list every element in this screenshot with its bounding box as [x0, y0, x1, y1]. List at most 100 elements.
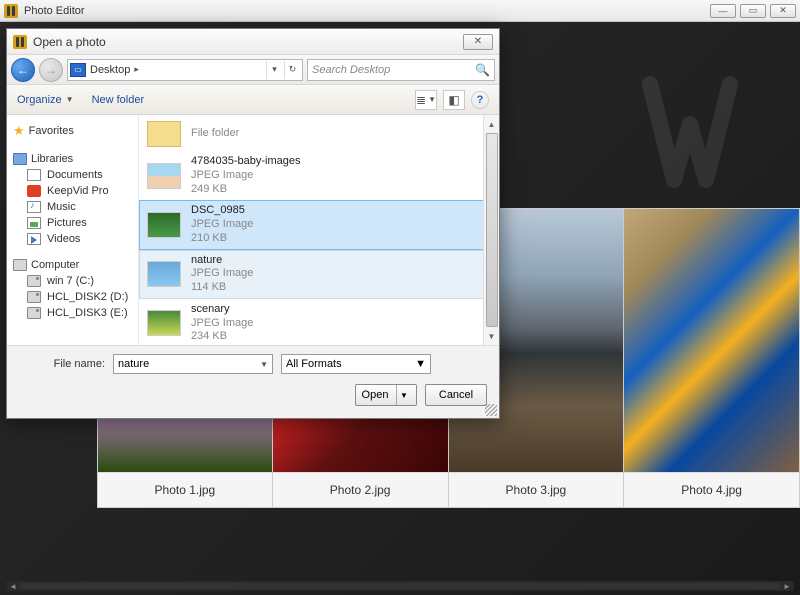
- thumbnail-label: Photo 2.jpg: [273, 472, 448, 507]
- thumbnail-label: Photo 1.jpg: [98, 472, 272, 507]
- nav-keepvid[interactable]: KeepVid Pro: [11, 183, 134, 199]
- vertical-scrollbar[interactable]: ▲ ▼: [483, 115, 499, 345]
- background-logo: [600, 52, 780, 212]
- horizontal-scrollbar[interactable]: ◄ ►: [6, 581, 794, 591]
- dialog-close-button[interactable]: ✕: [463, 34, 493, 50]
- dialog-title: Open a photo: [33, 35, 106, 49]
- nav-drive-d[interactable]: HCL_DISK2 (D:): [11, 289, 134, 305]
- file-type: JPEG Image: [191, 317, 253, 331]
- thumbnail-label: Photo 4.jpg: [624, 472, 799, 507]
- desktop-icon: ▭: [70, 63, 86, 77]
- file-item[interactable]: nature JPEG Image 114 KB: [139, 250, 499, 299]
- libraries-icon: [13, 153, 27, 165]
- open-dropdown-icon[interactable]: ▼: [396, 385, 410, 405]
- file-thumbnail: [147, 163, 181, 189]
- organize-label: Organize: [17, 94, 62, 106]
- cancel-button[interactable]: Cancel: [425, 384, 487, 406]
- pictures-icon: [27, 217, 41, 229]
- open-button[interactable]: Open ▼: [355, 384, 417, 406]
- nav-music[interactable]: Music: [11, 199, 134, 215]
- file-item-folder[interactable]: File folder: [139, 117, 499, 151]
- dialog-footer: File name: nature ▼ All Formats ▼ Open ▼…: [7, 345, 499, 418]
- scroll-right-icon[interactable]: ►: [780, 581, 794, 591]
- resize-grip-icon[interactable]: [485, 404, 497, 416]
- navigation-pane: ★ Favorites Libraries Documents KeepVid P…: [7, 115, 139, 345]
- file-name: 4784035-baby-images: [191, 155, 300, 169]
- computer-icon: [13, 259, 27, 271]
- new-folder-label: New folder: [92, 94, 145, 106]
- chevron-down-icon[interactable]: ▼: [260, 360, 268, 369]
- app-title: Photo Editor: [24, 5, 85, 17]
- scroll-up-icon[interactable]: ▲: [485, 117, 499, 131]
- nav-label: HCL_DISK3 (E:): [47, 307, 128, 319]
- app-titlebar: Photo Editor — ▭ ✕: [0, 0, 800, 22]
- nav-drive-e[interactable]: HCL_DISK3 (E:): [11, 305, 134, 321]
- file-size: 249 KB: [191, 183, 300, 197]
- open-label: Open: [362, 389, 389, 401]
- breadcrumb-location: Desktop: [90, 64, 130, 76]
- new-folder-button[interactable]: New folder: [92, 94, 145, 106]
- preview-pane-button[interactable]: ◧: [443, 90, 465, 110]
- drive-icon: [27, 307, 41, 319]
- favorites-label: Favorites: [29, 125, 74, 137]
- thumbnail-image: [624, 209, 799, 472]
- view-mode-button[interactable]: ≣▼: [415, 90, 437, 110]
- organize-menu[interactable]: Organize ▼: [17, 94, 74, 106]
- file-name: DSC_0985: [191, 204, 253, 218]
- keepvid-icon: [27, 185, 41, 197]
- dialog-nav-bar: ← → ▭ Desktop ▸ ▾ ↻ Search Desktop 🔍: [7, 55, 499, 85]
- filename-input[interactable]: nature ▼: [113, 354, 273, 374]
- nav-videos[interactable]: Videos: [11, 231, 134, 247]
- nav-back-button[interactable]: ←: [11, 58, 35, 82]
- cancel-label: Cancel: [439, 389, 473, 401]
- file-name: scenary: [191, 303, 253, 317]
- minimize-button[interactable]: —: [710, 4, 736, 18]
- search-input[interactable]: Search Desktop 🔍: [307, 59, 495, 81]
- breadcrumb[interactable]: ▭ Desktop ▸ ▾ ↻: [67, 59, 303, 81]
- maximize-button[interactable]: ▭: [740, 4, 766, 18]
- filename-label: File name:: [19, 358, 105, 370]
- nav-label: Pictures: [47, 217, 87, 229]
- file-name: nature: [191, 254, 253, 268]
- file-list: File folder 4784035-baby-images JPEG Ima…: [139, 115, 499, 345]
- file-item[interactable]: scenary JPEG Image 234 KB: [139, 299, 499, 345]
- nav-label: Videos: [47, 233, 80, 245]
- file-item[interactable]: 4784035-baby-images JPEG Image 249 KB: [139, 151, 499, 200]
- help-icon[interactable]: ?: [471, 91, 489, 109]
- search-icon[interactable]: 🔍: [475, 63, 490, 77]
- nav-label: Documents: [47, 169, 103, 181]
- file-type: File folder: [191, 127, 239, 141]
- file-type: JPEG Image: [191, 169, 300, 183]
- file-size: 114 KB: [191, 281, 253, 295]
- scroll-thumb[interactable]: [486, 133, 498, 327]
- nav-pictures[interactable]: Pictures: [11, 215, 134, 231]
- scroll-down-icon[interactable]: ▼: [485, 329, 499, 343]
- scroll-left-icon[interactable]: ◄: [6, 581, 20, 591]
- file-type: JPEG Image: [191, 218, 253, 232]
- file-thumbnail: [147, 310, 181, 336]
- file-thumbnail: [147, 212, 181, 238]
- file-item-selected[interactable]: DSC_0985 JPEG Image 210 KB: [139, 200, 499, 249]
- document-icon: [27, 169, 41, 181]
- favorites-group[interactable]: ★ Favorites: [11, 121, 134, 141]
- breadcrumb-dropdown-icon[interactable]: ▾: [266, 61, 282, 79]
- dialog-toolbar: Organize ▼ New folder ≣▼ ◧ ?: [7, 85, 499, 115]
- nav-drive-c[interactable]: win 7 (C:): [11, 273, 134, 289]
- format-select[interactable]: All Formats ▼: [281, 354, 431, 374]
- chevron-down-icon[interactable]: ▼: [415, 358, 426, 370]
- close-button[interactable]: ✕: [770, 4, 796, 18]
- refresh-icon[interactable]: ↻: [284, 61, 300, 79]
- nav-label: KeepVid Pro: [47, 185, 109, 197]
- thumbnail-item[interactable]: Photo 4.jpg: [624, 208, 800, 508]
- file-size: 234 KB: [191, 330, 253, 344]
- libraries-group[interactable]: Libraries: [11, 151, 134, 167]
- dialog-icon: [13, 35, 27, 49]
- computer-group[interactable]: Computer: [11, 257, 134, 273]
- chevron-right-icon[interactable]: ▸: [134, 64, 139, 75]
- nav-documents[interactable]: Documents: [11, 167, 134, 183]
- nav-forward-button[interactable]: →: [39, 58, 63, 82]
- window-controls: — ▭ ✕: [710, 4, 796, 18]
- scroll-track[interactable]: [20, 583, 780, 589]
- search-placeholder: Search Desktop: [312, 64, 390, 76]
- star-icon: ★: [13, 123, 25, 139]
